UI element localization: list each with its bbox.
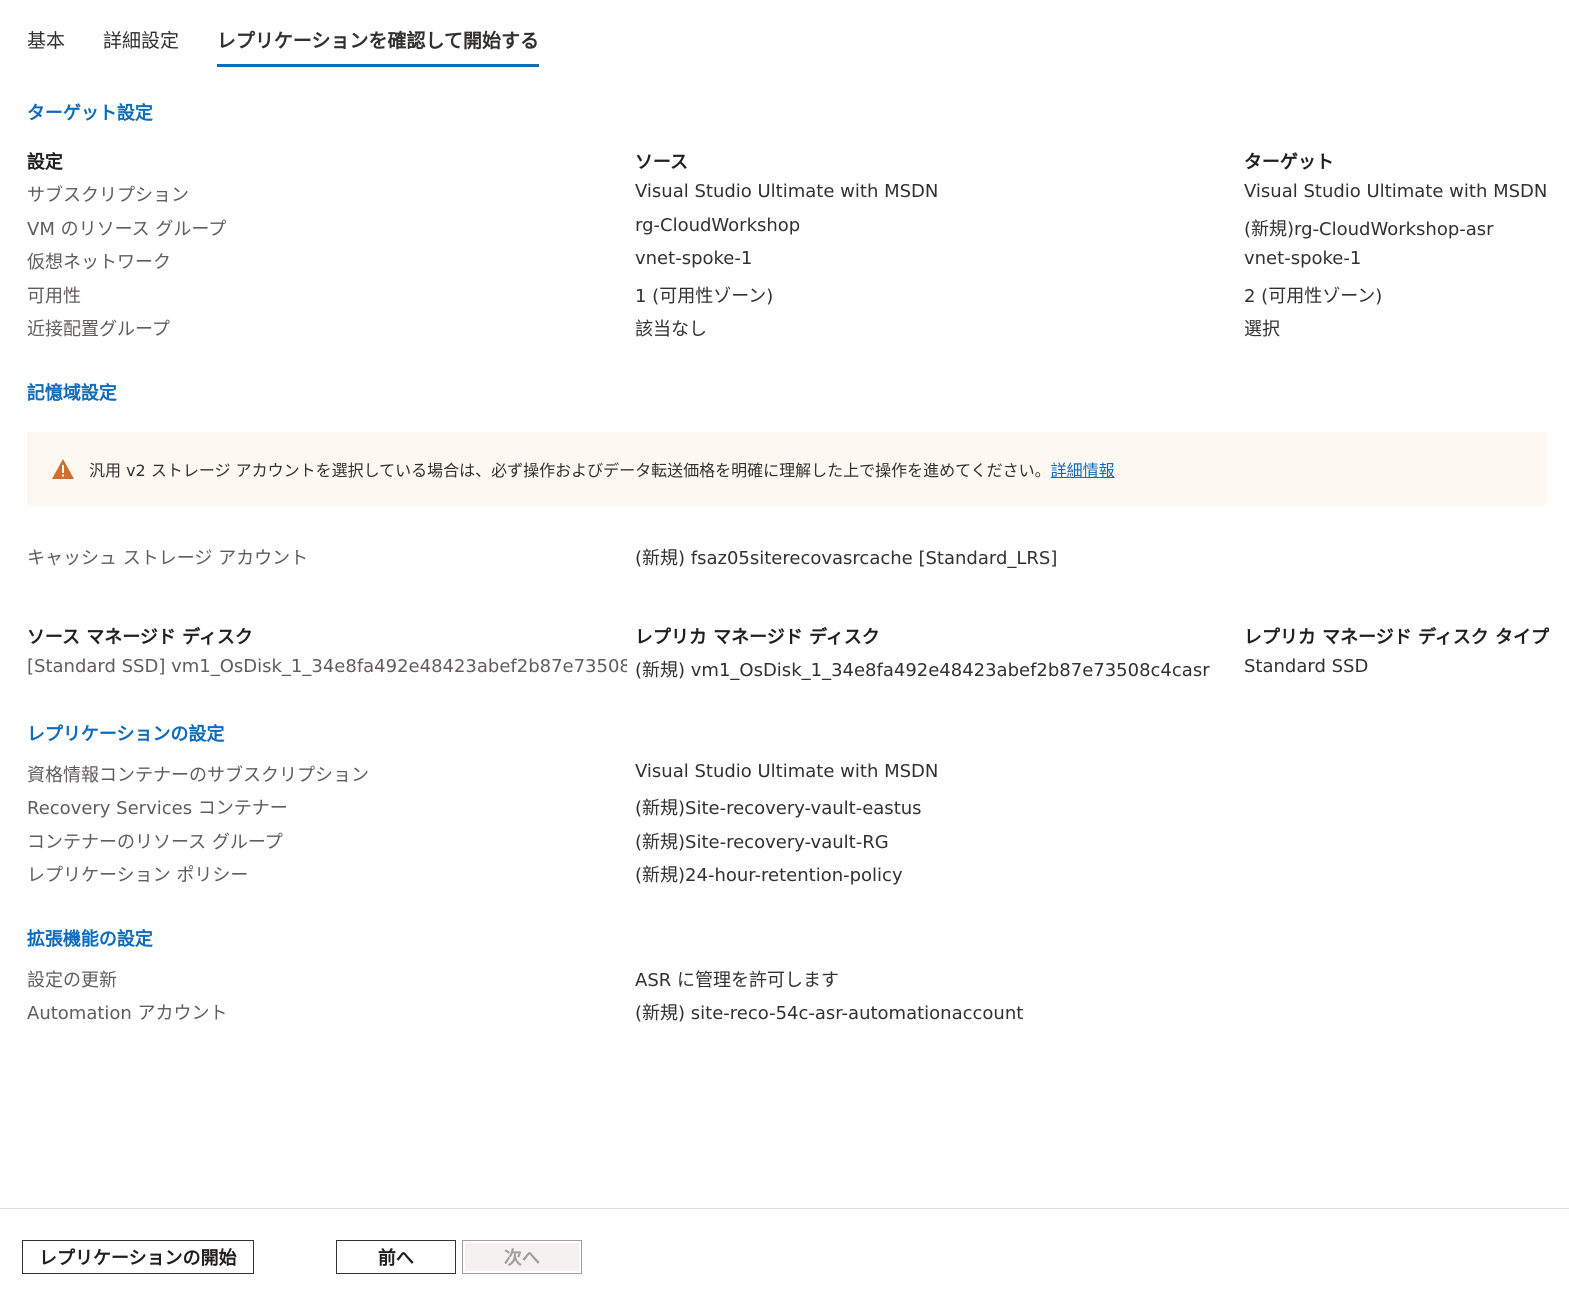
row-label: 可用性 xyxy=(27,286,81,307)
table-row: レプリケーション ポリシー (新規)24-hour-retention-poli… xyxy=(27,861,1547,891)
table-row: サブスクリプション Visual Studio Ultimate with MS… xyxy=(27,181,1547,211)
cache-storage-label: キャッシュ ストレージ アカウント xyxy=(27,548,309,569)
row-label: 仮想ネットワーク xyxy=(27,252,171,273)
target-column-header: ターゲット xyxy=(1244,152,1334,173)
storage-settings-title: 記憶域設定 xyxy=(27,383,117,404)
row-label: コンテナーのリソース グループ xyxy=(27,832,283,853)
setting-column-header: 設定 xyxy=(27,152,63,173)
source-disk-value: [Standard SSD] vm1_OsDisk_1_34e8fa492e48… xyxy=(27,656,627,677)
target-settings-title: ターゲット設定 xyxy=(27,103,153,124)
table-row: 可用性 1 (可用性ゾーン) 2 (可用性ゾーン) xyxy=(27,282,1547,312)
learn-more-link[interactable]: 詳細情報 xyxy=(1051,457,1115,481)
disk-header-row: ソース マネージド ディスク レプリカ マネージド ディスク レプリカ マネージ… xyxy=(27,623,1549,653)
source-value: vnet-spoke-1 xyxy=(635,248,753,269)
row-value: ASR に管理を許可します xyxy=(635,970,839,991)
footer-divider xyxy=(0,1208,1569,1209)
tab-advanced-settings[interactable]: 詳細設定 xyxy=(103,22,179,67)
wizard-tabs: 基本 詳細設定 レプリケーションを確認して開始する xyxy=(27,22,577,67)
table-row: Recovery Services コンテナー (新規)Site-recover… xyxy=(27,794,1547,824)
review-start-replication-page: 基本 詳細設定 レプリケーションを確認して開始する ターゲット設定 設定 ソース… xyxy=(0,0,1569,1297)
table-row: 設定の更新 ASR に管理を許可します xyxy=(27,966,1547,996)
start-replication-button[interactable]: レプリケーションの開始 xyxy=(22,1240,254,1274)
table-row: コンテナーのリソース グループ (新規)Site-recovery-vault-… xyxy=(27,828,1547,858)
warning-icon xyxy=(51,458,75,480)
target-value: vnet-spoke-1 xyxy=(1244,248,1362,269)
table-row: 近接配置グループ 該当なし 選択 xyxy=(27,315,1547,345)
source-disk-header: ソース マネージド ディスク xyxy=(27,627,254,648)
row-label: 資格情報コンテナーのサブスクリプション xyxy=(27,765,369,786)
row-label: 設定の更新 xyxy=(27,970,117,991)
source-value: rg-CloudWorkshop xyxy=(635,215,801,236)
replica-disk-value: (新規) vm1_OsDisk_1_34e8fa492e48423abef2b8… xyxy=(635,660,1210,681)
target-value: 2 (可用性ゾーン) xyxy=(1244,286,1383,307)
replication-settings-title: レプリケーションの設定 xyxy=(27,724,225,745)
target-value: Visual Studio Ultimate with MSDN xyxy=(1244,181,1548,202)
row-label: Automation アカウント xyxy=(27,1003,228,1024)
row-label: レプリケーション ポリシー xyxy=(27,865,249,886)
next-button: 次へ xyxy=(462,1240,582,1274)
row-value: (新規) site-reco-54c-asr-automationaccount xyxy=(635,1003,1024,1024)
row-value: (新規)24-hour-retention-policy xyxy=(635,865,903,886)
row-label: VM のリソース グループ xyxy=(27,219,227,240)
source-value: Visual Studio Ultimate with MSDN xyxy=(635,181,939,202)
disk-row: [Standard SSD] vm1_OsDisk_1_34e8fa492e48… xyxy=(27,656,1547,686)
table-row: 資格情報コンテナーのサブスクリプション Visual Studio Ultima… xyxy=(27,761,1547,791)
row-value: (新規)Site-recovery-vault-eastus xyxy=(635,798,922,819)
storage-warning-banner: 汎用 v2 ストレージ アカウントを選択している場合は、必ず操作およびデータ転送… xyxy=(27,432,1547,506)
row-label: Recovery Services コンテナー xyxy=(27,798,288,819)
cache-storage-row: キャッシュ ストレージ アカウント (新規) fsaz05siterecovas… xyxy=(27,544,1547,574)
replica-disk-header: レプリカ マネージド ディスク xyxy=(635,627,880,648)
target-settings-header-row: 設定 ソース ターゲット xyxy=(27,148,1547,178)
replica-disk-type-value: Standard SSD xyxy=(1244,656,1369,677)
cache-storage-value: (新規) fsaz05siterecovasrcache [Standard_L… xyxy=(635,548,1058,569)
source-value: 1 (可用性ゾーン) xyxy=(635,286,774,307)
target-value: (新規)rg-CloudWorkshop-asr xyxy=(1244,219,1494,240)
table-row: VM のリソース グループ rg-CloudWorkshop (新規)rg-Cl… xyxy=(27,215,1547,245)
extension-settings-title: 拡張機能の設定 xyxy=(27,929,153,950)
table-row: 仮想ネットワーク vnet-spoke-1 vnet-spoke-1 xyxy=(27,248,1547,278)
source-value: 該当なし xyxy=(635,319,707,340)
source-column-header: ソース xyxy=(635,152,689,173)
row-label: サブスクリプション xyxy=(27,185,189,206)
tab-basics[interactable]: 基本 xyxy=(27,22,65,67)
previous-button[interactable]: 前へ xyxy=(336,1240,456,1274)
target-value: 選択 xyxy=(1244,319,1280,340)
warning-text: 汎用 v2 ストレージ アカウントを選択している場合は、必ず操作およびデータ転送… xyxy=(89,461,1051,480)
row-label: 近接配置グループ xyxy=(27,319,170,340)
row-value: (新規)Site-recovery-vault-RG xyxy=(635,832,889,853)
tab-review-start-replication[interactable]: レプリケーションを確認して開始する xyxy=(217,22,540,67)
table-row: Automation アカウント (新規) site-reco-54c-asr-… xyxy=(27,999,1547,1029)
replica-disk-type-header: レプリカ マネージド ディスク タイプ xyxy=(1244,627,1550,648)
row-value: Visual Studio Ultimate with MSDN xyxy=(635,761,939,782)
